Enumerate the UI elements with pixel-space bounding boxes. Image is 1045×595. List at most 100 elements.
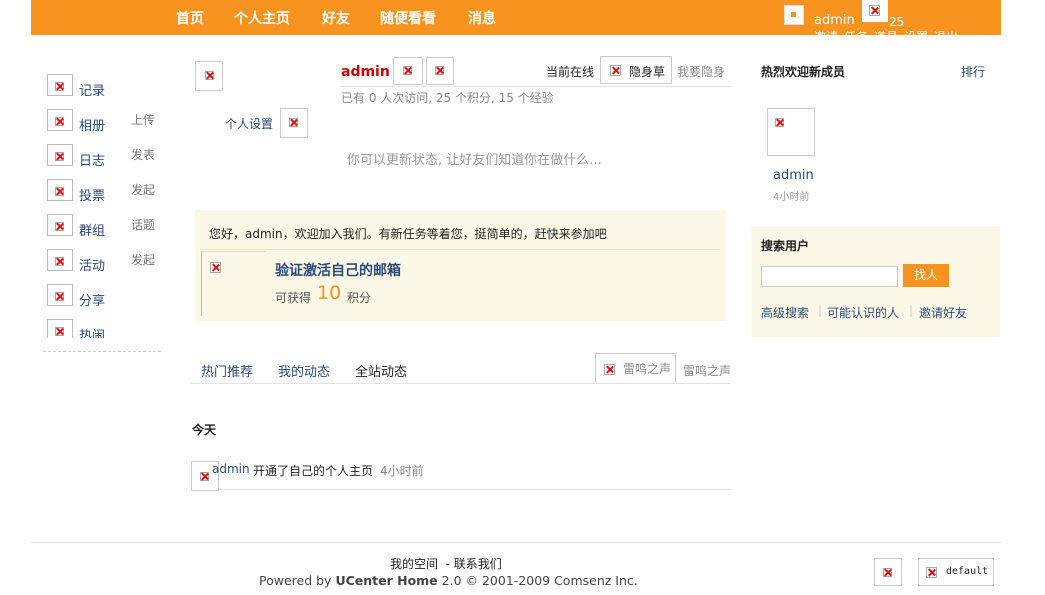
sidebar-item-hot[interactable]: 热闹 <box>47 319 127 338</box>
theme-label: default <box>946 566 989 577</box>
link-invite[interactable]: 邀请 <box>814 28 838 35</box>
header-notice-icon[interactable] <box>862 0 888 22</box>
profile-badge-icon[interactable] <box>393 57 423 85</box>
search-users-input[interactable] <box>761 266 898 287</box>
online-status: 当前在线 <box>546 65 595 79</box>
task-icon <box>210 262 221 273</box>
profile-name[interactable]: admin <box>341 64 390 80</box>
link-settings[interactable]: 设置 <box>904 28 928 35</box>
welcome-divider <box>201 249 720 250</box>
footer-powered: Powered by UCenter Home 2.0 © 2001-2009 … <box>259 573 638 588</box>
member-time: 4小时前 <box>773 192 810 203</box>
feed-day-heading: 今天 <box>192 423 217 437</box>
header-username[interactable]: admin <box>814 13 855 28</box>
blog-icon <box>47 144 73 166</box>
events-start-link[interactable]: 发起 <box>131 251 155 268</box>
stealth-button[interactable]: 隐身草 <box>600 56 672 84</box>
nav-browse[interactable]: 随便看看 <box>380 8 436 28</box>
share-icon <box>47 284 73 306</box>
status-input[interactable]: 你可以更新状态, 让好友们知道你在做什么... <box>347 149 602 168</box>
poll-start-link[interactable]: 发起 <box>131 181 155 198</box>
profile-avatar[interactable] <box>195 61 223 91</box>
sidebar-item-label: 分享 <box>79 294 106 306</box>
invite-friends-link[interactable]: 邀请好友 <box>919 304 967 321</box>
groups-icon <box>47 214 73 236</box>
poll-icon <box>47 179 73 201</box>
powered-prefix: Powered by <box>259 573 336 588</box>
hot-icon <box>47 319 73 338</box>
footer-links[interactable]: 我的空间 - 联系我们 <box>390 555 502 572</box>
search-users-title: 搜索用户 <box>761 239 810 253</box>
thunder-label: 雷鸣之声 <box>623 362 672 376</box>
advanced-search-link[interactable]: 高级搜索 <box>761 304 809 321</box>
settings-icon[interactable] <box>280 108 308 138</box>
reward-suffix: 积分 <box>347 291 372 305</box>
nav-my-homepage[interactable]: 个人主页 <box>234 8 290 28</box>
sidebar-item-events[interactable]: 活动 <box>47 249 127 271</box>
album-upload-link[interactable]: 上传 <box>131 111 155 128</box>
task-icon-frame <box>201 251 266 316</box>
feed-user-link[interactable]: admin <box>212 462 250 476</box>
groups-topic-link[interactable]: 话题 <box>131 216 155 233</box>
footer-icon[interactable] <box>874 558 902 586</box>
thunder-button[interactable]: 雷鸣之声 <box>595 353 676 383</box>
task-title-link[interactable]: 验证激活自己的邮箱 <box>275 260 401 280</box>
nav-home[interactable]: 首页 <box>176 8 204 28</box>
reward-value: 10 <box>317 282 342 304</box>
search-users-button[interactable]: 找人 <box>903 264 949 287</box>
sidebar-item-label: 相册 <box>79 119 106 131</box>
nav-friends[interactable]: 好友 <box>322 8 350 28</box>
nav-messages[interactable]: 消息 <box>468 8 496 28</box>
member-name-link[interactable]: admin <box>773 168 814 183</box>
powered-suffix: 2.0 © 2001-2009 Comsenz Inc. <box>437 573 638 588</box>
broken-image-icon <box>604 364 615 375</box>
broken-image-icon <box>926 567 937 578</box>
rank-link[interactable]: 排行 <box>961 63 985 80</box>
sidebar-item-label: 记录 <box>79 84 106 96</box>
tab-hot[interactable]: 热门推荐 <box>201 361 253 380</box>
welcome-text: 您好，admin，欢迎加入我们。有新任务等着您，挺简单的，赶快来参加吧 <box>209 227 607 241</box>
sidebar-item-poll[interactable]: 投票 <box>47 179 127 201</box>
tab-my-feed[interactable]: 我的动态 <box>278 361 330 380</box>
sidebar-item-label: 热闹 <box>79 329 106 338</box>
avatar-dot-icon <box>791 12 796 17</box>
profile-badge-icon-2[interactable] <box>426 57 454 85</box>
header-count[interactable]: 25 <box>889 15 904 29</box>
sidebar-item-blog[interactable]: 日志 <box>47 144 127 166</box>
sidebar-item-label: 群组 <box>79 224 106 236</box>
link-props[interactable]: 道具 <box>874 28 898 35</box>
sidebar-item-album[interactable]: 相册 <box>47 109 127 131</box>
sidebar-item-label: 日志 <box>79 154 106 166</box>
profile-stats: 已有 0 人次访问, 25 个积分, 15 个经验 <box>341 91 554 105</box>
sidebar-item-label: 活动 <box>79 259 106 271</box>
people-you-may-know-link[interactable]: 可能认识的人 <box>827 304 899 321</box>
tab-site-feed[interactable]: 全站动态 <box>355 361 407 380</box>
powered-brand[interactable]: UCenter Home <box>335 573 437 588</box>
records-icon <box>47 74 73 96</box>
header-avatar[interactable] <box>784 5 804 25</box>
feed-divider <box>219 489 730 490</box>
sidebar-divider <box>43 351 161 352</box>
personal-settings-link[interactable]: 个人设置 <box>225 115 273 132</box>
sidebar-item-label: 投票 <box>79 189 106 201</box>
link-separator: | <box>909 303 914 317</box>
blog-publish-link[interactable]: 发表 <box>131 146 155 163</box>
feed-text: 开通了自己的个人主页 <box>253 464 374 478</box>
stealth-label: 隐身草 <box>629 65 666 79</box>
link-logout[interactable]: 退出 <box>934 28 958 35</box>
broken-image-icon <box>869 5 880 16</box>
album-icon <box>47 109 73 131</box>
member-avatar[interactable] <box>767 108 815 156</box>
stealth-action-link[interactable]: 我要隐身 <box>677 63 725 80</box>
theme-selector[interactable]: default <box>918 558 994 586</box>
new-members-title: 热烈欢迎新成员 <box>761 65 846 79</box>
sidebar-item-groups[interactable]: 群组 <box>47 214 127 236</box>
sidebar-item-share[interactable]: 分享 <box>47 284 127 306</box>
link-separator: | <box>818 303 823 317</box>
link-tasks[interactable]: 任务 <box>844 28 868 35</box>
sidebar-item-records[interactable]: 记录 <box>47 74 127 96</box>
reward-prefix: 可获得 <box>275 291 312 305</box>
tabs-divider <box>191 383 730 384</box>
thunder-link[interactable]: 雷鸣之声 <box>683 362 731 379</box>
feed-time: 4小时前 <box>380 464 424 478</box>
